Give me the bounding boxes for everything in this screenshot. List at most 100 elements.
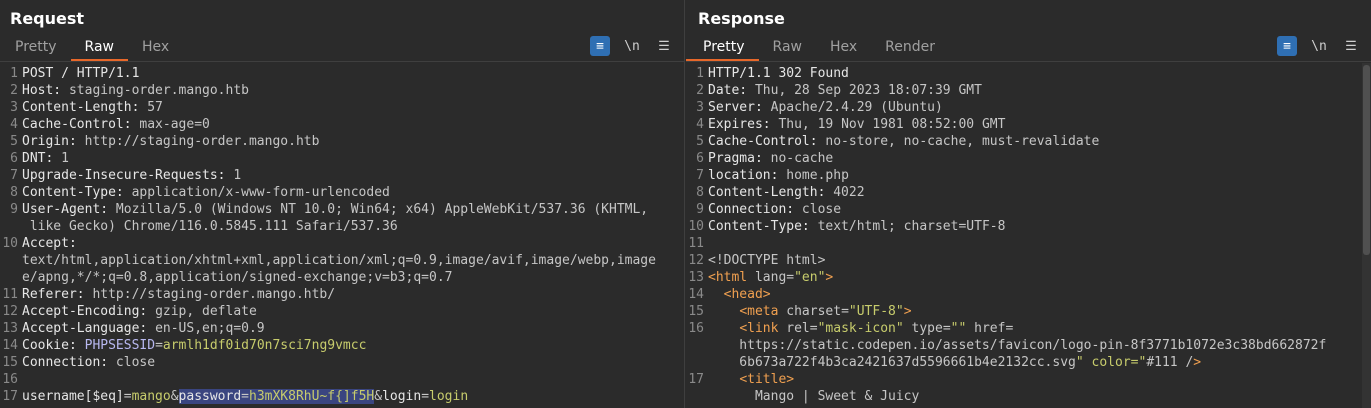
request-title: Request [10,9,85,28]
header-value: 57 [147,100,163,115]
code-line: 17 <title> [686,371,1361,388]
header-value: text/html; charset=UTF-8 [817,219,1006,234]
response-scrollbar[interactable] [1362,63,1371,408]
tab-raw[interactable]: Raw [759,37,816,61]
html-tag: <head [723,287,763,302]
line-content: text/html,application/xhtml+xml,applicat… [22,252,656,269]
code-line: 16 [0,371,674,388]
tab-render[interactable]: Render [871,37,949,61]
code-line: 17 username[$eq]=mango&password=h3mXK8RhU… [0,388,674,405]
header-name: Content-Type: [22,185,132,200]
code-line: https://static.codepen.io/assets/favicon… [686,337,1361,354]
tab-hex[interactable]: Hex [128,37,183,61]
code-line: 5 Cache-Control: no-store, no-cache, must… [686,133,1361,150]
line-text: HTTP/1.1 302 Found [708,66,849,81]
line-content: Content-Type: text/html; charset=UTF-8 [708,218,1005,235]
newline-icon[interactable]: \n [1309,36,1329,56]
html-text: https://static.codepen.io/assets/favicon… [708,338,1327,353]
html-tag: <link [739,321,779,336]
line-number: 5 [10,134,18,149]
newline-icon[interactable]: \n [622,36,642,56]
tab-pretty[interactable]: Pretty [0,37,71,61]
code-line: 10 Accept: [0,235,674,252]
header-value: 4022 [833,185,865,200]
line-number: 16 [688,321,704,336]
line-text: <!DOCTYPE html> [708,253,826,268]
line-content: Accept-Language: en-US,en;q=0.9 [22,320,265,337]
html-text [708,304,739,319]
tab-hex[interactable]: Hex [816,37,871,61]
code-line: 8 Content-Type: application/x-www-form-ur… [0,184,674,201]
code-line: 14 <head> [686,286,1361,303]
line-content: location: home.php [708,167,849,184]
wrap-lines-icon[interactable]: ≡ [590,36,610,56]
param-eq: = [421,389,430,404]
header-name: Cookie: [22,338,85,353]
header-name: Connection: [22,355,116,370]
header-name: Date: [708,83,755,98]
html-text: lang [747,270,787,285]
line-number: 1 [10,66,18,81]
html-text: type [903,321,943,336]
header-value: Mozilla/5.0 (Windows NT 10.0; Win64; x64… [115,202,649,217]
response-editor[interactable]: 1 HTTP/1.1 302 Found 2 Date: Thu, 28 Sep 20… [686,61,1371,408]
code-line: 2 Host: staging-order.mango.htb [0,82,674,99]
header-name: Host: [22,83,69,98]
html-string: "mask-icon" [817,321,904,336]
code-line: 9 Connection: close [686,201,1361,218]
line-content: Expires: Thu, 19 Nov 1981 08:52:00 GMT [708,116,1005,133]
code-line: like Gecko) Chrome/116.0.5845.111 Safari… [0,218,674,235]
line-content: Server: Apache/2.4.29 (Ubuntu) [708,99,943,116]
html-tag: > [1193,355,1202,370]
wrapped-text: like Gecko) Chrome/116.0.5845.111 Safari… [22,219,398,234]
line-number: 7 [696,168,704,183]
menu-icon[interactable]: ☰ [1341,36,1361,56]
header-name: Cache-Control: [708,134,826,149]
code-line: 7 Upgrade-Insecure-Requests: 1 [0,167,674,184]
line-number: 15 [2,355,18,370]
code-line: 8 Content-Length: 4022 [686,184,1361,201]
line-content: POST / HTTP/1.1 [22,65,139,82]
tab-pretty[interactable]: Pretty [686,37,759,61]
header-value: no-cache [770,151,834,166]
line-number [686,337,708,354]
html-tag: > [903,304,912,319]
header-value: http://staging-order.mango.htb [84,134,320,149]
code-line: 13 Accept-Language: en-US,en;q=0.9 [0,320,674,337]
param-name: password [178,389,242,404]
line-number: 11 [688,236,704,251]
code-line: 3 Content-Length: 57 [0,99,674,116]
code-line: 15 <meta charset="UTF-8"> [686,303,1361,320]
html-text: Mango | Sweet & Juicy [708,389,920,404]
selected-text[interactable]: password=h3mXK8RhU~f{]f5H [178,389,375,404]
line-content: <meta charset="UTF-8"> [708,303,912,320]
param-value: login [429,389,469,404]
line-content: <link rel="mask-icon" type="" href= [708,320,1013,337]
code-line: 16 <link rel="mask-icon" type="" href= [686,320,1361,337]
header-value: Thu, 19 Nov 1981 08:52:00 GMT [778,117,1006,132]
header-value: http://staging-order.mango.htb/ [92,287,336,302]
line-content: Accept-Encoding: gzip, deflate [22,303,257,320]
header-value: max-age=0 [139,117,210,132]
header-name: Content-Length: [22,100,148,115]
code-line: 3 Server: Apache/2.4.29 (Ubuntu) [686,99,1361,116]
menu-icon[interactable]: ☰ [654,36,674,56]
header-name: Expires: [708,117,779,132]
line-content: <head> [708,286,771,303]
scrollbar-thumb[interactable] [1363,65,1370,255]
wrap-lines-icon[interactable]: ≡ [1277,36,1297,56]
tab-raw[interactable]: Raw [70,37,129,61]
code-line: 5 Origin: http://staging-order.mango.htb [0,133,674,150]
request-editor[interactable]: 1 POST / HTTP/1.1 2 Host: staging-order.man… [0,61,684,408]
line-number: 3 [10,100,18,115]
line-content: Pragma: no-cache [708,150,833,167]
html-tag: <title [739,372,787,387]
line-content: Upgrade-Insecure-Requests: 1 [22,167,241,184]
line-number [0,269,22,286]
line-number [0,252,22,269]
line-content: Referer: http://staging-order.mango.htb/ [22,286,335,303]
code-line: 6b673a722f4b3ca2421637d5596661b4e2132cc.… [686,354,1361,371]
html-eq: = [786,270,795,285]
header-value: no-store, no-cache, must-revalidate [825,134,1100,149]
param-value: mango [131,389,171,404]
